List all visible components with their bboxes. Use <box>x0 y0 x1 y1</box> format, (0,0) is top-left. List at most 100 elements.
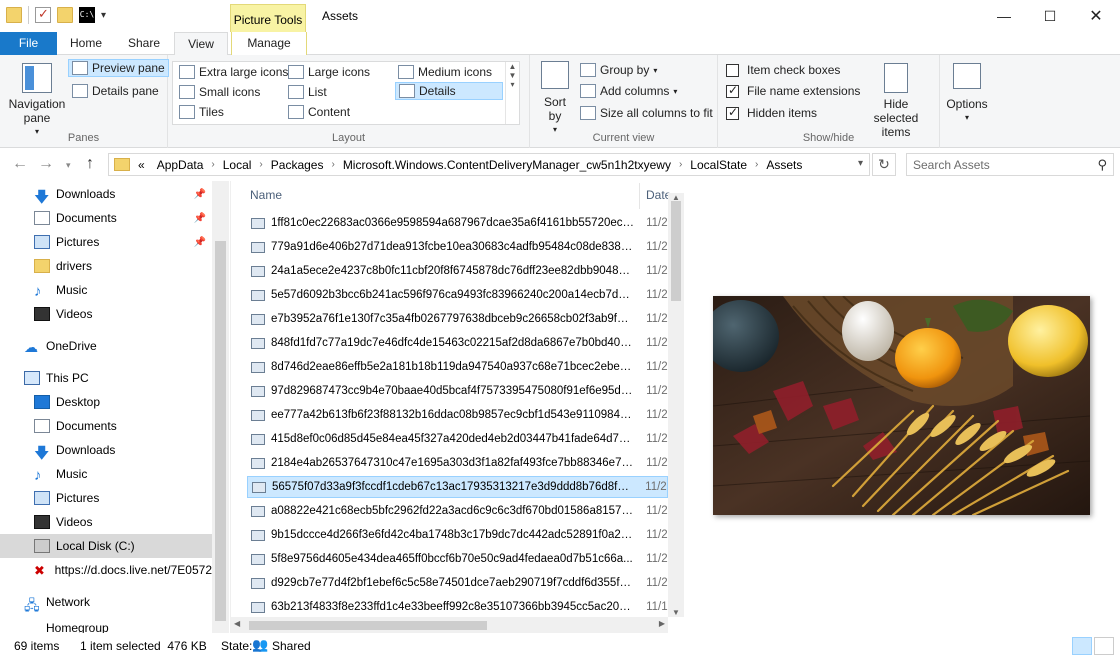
table-row[interactable]: e7b3952a76f1e130f7c35a4fb0267797638dbceb… <box>247 308 668 330</box>
item-check-boxes-toggle[interactable]: Item check boxes <box>726 63 840 77</box>
nav-item-network[interactable]: 🖧 Network <box>0 590 212 614</box>
search-input[interactable]: Search Assets <box>913 158 990 172</box>
add-columns-button[interactable]: Add columns ▾ <box>580 84 677 98</box>
forward-button[interactable]: → <box>38 155 54 173</box>
layout-extra-large-icons[interactable]: Extra large icons <box>179 65 288 79</box>
close-button[interactable]: ✕ <box>1073 0 1119 32</box>
tab-view[interactable]: View <box>174 32 228 56</box>
scrollbar-thumb[interactable] <box>671 201 681 301</box>
table-row[interactable]: 63b213f4833f8e233ffd1c4e33beeff992c8e351… <box>247 596 668 617</box>
layout-medium-icons[interactable]: Medium icons <box>398 65 492 79</box>
hide-selected-items-button[interactable]: Hide selected items <box>860 63 932 139</box>
table-row[interactable]: 2184e4ab26537647310c47e1695a303d3f1a82fa… <box>247 452 668 474</box>
item-check-boxes-checkbox[interactable] <box>726 63 739 77</box>
table-row[interactable]: 56575f07d33a9f3fccdf1cdeb67c13ac17935313… <box>247 476 668 498</box>
breadcrumb-appdata[interactable]: AppData <box>149 158 212 172</box>
maximize-button[interactable]: ☐ <box>1027 0 1073 32</box>
nav-item-network-drive[interactable]: ✖ https://d.docs.live.net/7E0572 <box>0 558 212 582</box>
scrollbar-thumb[interactable] <box>249 621 487 630</box>
address-bar[interactable]: « AppData › Local › Packages › Microsoft… <box>108 153 870 176</box>
table-row[interactable]: 8d746d2eae86effb5e2a181b18b119da947540a9… <box>247 356 668 378</box>
table-row[interactable]: 9b15dccce4d266f3e6fd42c4ba1748b3c17b9dc7… <box>247 524 668 546</box>
file-name-extensions-checkbox[interactable] <box>726 83 739 98</box>
table-row[interactable]: 848fd1fd7c77a19dc7e46dfc4de15463c02215af… <box>247 332 668 354</box>
scrollbar-thumb[interactable] <box>215 241 226 621</box>
recent-locations-chevron-icon[interactable]: ▾ <box>66 160 71 171</box>
nav-item-homegroup[interactable]: Homegroup <box>0 621 212 633</box>
table-row[interactable]: 5f8e9756d4605e434dea465ff0bccf6b70e50c9a… <box>247 548 668 570</box>
layout-gallery-scrollbar[interactable]: ▲ ▼ ▾ <box>505 62 519 124</box>
layout-list[interactable]: List <box>288 85 327 99</box>
nav-item-pc-pictures[interactable]: Pictures <box>0 486 212 510</box>
tab-file[interactable]: File <box>0 32 57 55</box>
nav-item-onedrive[interactable]: ☁ OneDrive <box>0 334 212 358</box>
table-row[interactable]: 779a91d6e406b27d71dea913fcbe10ea30683c4a… <box>247 236 668 258</box>
file-list-horizontal-scrollbar[interactable]: ◀ ▶ <box>231 617 668 633</box>
nav-item-pictures[interactable]: Pictures 📌 <box>0 230 212 254</box>
layout-details[interactable]: Details <box>395 82 503 100</box>
tab-manage[interactable]: Manage <box>231 32 307 55</box>
breadcrumb-packages[interactable]: Packages <box>263 158 332 172</box>
layout-content[interactable]: Content <box>288 105 350 119</box>
search-icon[interactable]: ⚲ <box>1097 157 1107 173</box>
nav-item-pc-music[interactable]: ♪ Music <box>0 462 212 486</box>
nav-item-documents[interactable]: Documents 📌 <box>0 206 212 230</box>
group-by-button[interactable]: Group by ▾ <box>580 63 657 77</box>
nav-item-videos[interactable]: Videos <box>0 302 212 326</box>
customize-toolbar-chevron-icon[interactable]: ▾ <box>101 10 106 21</box>
preview-pane-button[interactable]: Preview pane <box>68 59 169 77</box>
nav-item-pc-videos[interactable]: Videos <box>0 510 212 534</box>
breadcrumb-assets[interactable]: Assets <box>758 158 810 172</box>
tab-home[interactable]: Home <box>60 32 112 55</box>
nav-item-desktop[interactable]: Desktop <box>0 390 212 414</box>
minimize-button[interactable]: — <box>981 0 1027 32</box>
nav-item-drivers[interactable]: drivers <box>0 254 212 278</box>
nav-item-pc-documents[interactable]: Documents <box>0 414 212 438</box>
hidden-items-checkbox[interactable] <box>726 105 739 120</box>
table-row[interactable]: a08822e421c68ecb5bfc2962fd22a3acd6c9c6c3… <box>247 500 668 522</box>
breadcrumb-overflow[interactable]: « <box>134 158 149 172</box>
back-button[interactable]: ← <box>12 155 28 173</box>
navigation-pane-button[interactable]: Navigation pane ▾ <box>6 63 68 139</box>
table-row[interactable]: 5e57d6092b3bcc6b241ac596f976ca9493fc8396… <box>247 284 668 306</box>
nav-item-pc-downloads[interactable]: 🡇 Downloads <box>0 438 212 462</box>
scroll-right-arrow-icon[interactable]: ▶ <box>659 619 665 628</box>
navigation-pane-scrollbar[interactable] <box>212 181 229 633</box>
table-row[interactable]: 24a1a5ece2e4237c8b0fc11cbf20f8f6745878dc… <box>247 260 668 282</box>
table-row[interactable]: d929cb7e77d4f2bf1ebef6c5c58e74501dce7aeb… <box>247 572 668 594</box>
layout-tiles[interactable]: Tiles <box>179 105 224 119</box>
table-row[interactable]: 97d829687473cc9b4e70baae40d5bcaf4f757339… <box>247 380 668 402</box>
details-view-toggle[interactable] <box>1072 637 1092 655</box>
breadcrumb-localstate[interactable]: LocalState <box>682 158 755 172</box>
breadcrumb-content-delivery-manager[interactable]: Microsoft.Windows.ContentDeliveryManager… <box>335 158 679 172</box>
details-pane-button[interactable]: Details pane <box>72 84 159 98</box>
tab-share[interactable]: Share <box>118 32 170 55</box>
properties-icon[interactable] <box>35 6 51 23</box>
layout-small-icons[interactable]: Small icons <box>179 85 260 99</box>
table-row[interactable]: ee777a42b613fb6f23f88132b16ddac08b9857ec… <box>247 404 668 426</box>
address-dropdown-chevron-icon[interactable]: ▾ <box>858 158 863 169</box>
layout-large-icons[interactable]: Large icons <box>288 65 370 79</box>
column-divider[interactable] <box>639 183 640 209</box>
hidden-items-toggle[interactable]: Hidden items <box>726 105 817 120</box>
sort-by-button[interactable]: Sort by ▾ <box>538 61 572 137</box>
breadcrumb-local[interactable]: Local <box>215 158 260 172</box>
command-prompt-icon[interactable]: C:\ <box>79 7 95 23</box>
nav-item-this-pc[interactable]: This PC <box>0 366 212 390</box>
file-name-extensions-toggle[interactable]: File name extensions <box>726 83 860 98</box>
options-button[interactable]: Options ▾ <box>944 63 990 125</box>
large-icons-view-toggle[interactable] <box>1094 637 1114 655</box>
file-list-vertical-scrollbar[interactable]: ▲ ▼ <box>668 193 684 617</box>
search-box[interactable]: Search Assets ⚲ <box>906 153 1114 176</box>
table-row[interactable]: 415d8ef0c06d85d45e84ea45f327a420ded4eb2d… <box>247 428 668 450</box>
nav-item-local-disk[interactable]: Local Disk (C:) <box>0 534 212 558</box>
scroll-left-arrow-icon[interactable]: ◀ <box>234 619 240 628</box>
nav-item-music[interactable]: ♪ Music <box>0 278 212 302</box>
column-header-name[interactable]: Name <box>250 188 282 202</box>
new-folder-icon[interactable] <box>57 7 73 23</box>
refresh-button[interactable]: ↻ <box>872 153 896 176</box>
up-button[interactable]: ↑ <box>86 155 94 173</box>
scroll-down-arrow-icon[interactable]: ▼ <box>668 608 684 617</box>
size-all-columns-button[interactable]: Size all columns to fit <box>580 106 713 120</box>
table-row[interactable]: 1ff81c0ec22683ac0366e9598594a687967dcae3… <box>247 212 668 234</box>
